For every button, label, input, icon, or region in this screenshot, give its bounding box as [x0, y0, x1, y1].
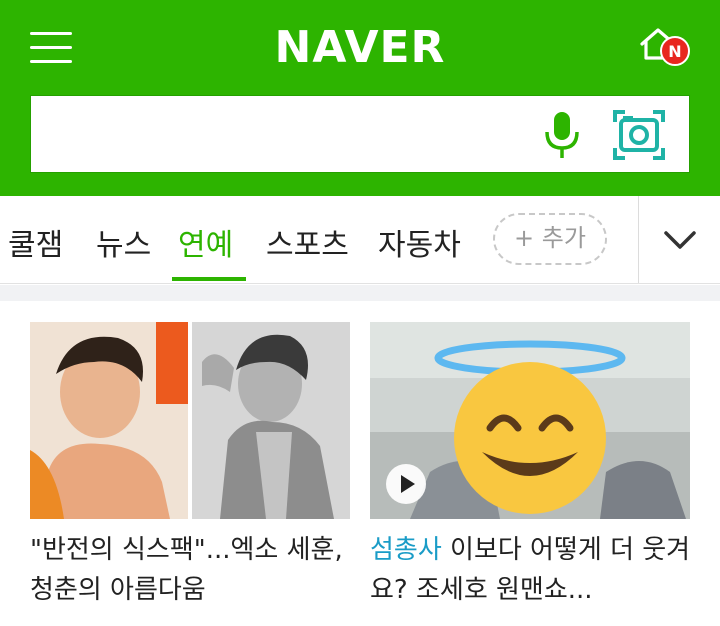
- app-header: NAVER N: [0, 0, 720, 196]
- add-tab-button[interactable]: + 추가: [493, 213, 607, 265]
- tabs-divider: [638, 196, 639, 283]
- search-input[interactable]: [47, 110, 527, 160]
- search-box[interactable]: [30, 95, 690, 173]
- category-tabs: 쿨잼 뉴스 연예 스포츠 자동차 + 추가: [0, 196, 720, 284]
- article-thumbnail: [30, 322, 350, 519]
- voice-search-button[interactable]: [537, 108, 587, 164]
- tab-sports[interactable]: 스포츠: [266, 220, 349, 264]
- naver-logo[interactable]: NAVER: [0, 22, 720, 73]
- tab-entertainment[interactable]: 연예: [178, 220, 233, 264]
- active-tab-indicator: [172, 277, 246, 281]
- article-title[interactable]: "반전의 식스팩"...엑소 세훈, 청춘의 아름다움: [30, 530, 360, 610]
- expand-tabs-button[interactable]: [640, 196, 720, 283]
- article-title[interactable]: 섬총사 이보다 어떻게 더 웃겨요? 조세호 원맨쇼...: [370, 530, 700, 610]
- photo-collage-image: [30, 322, 350, 519]
- article-thumbnail: [370, 322, 690, 519]
- video-still-image: [370, 322, 690, 519]
- tab-auto[interactable]: 자동차: [378, 220, 461, 264]
- microphone-icon: [545, 112, 579, 158]
- home-button[interactable]: N: [632, 22, 692, 70]
- press-name[interactable]: 섬총사: [370, 535, 442, 565]
- tab-cooljam[interactable]: 쿨잼: [8, 220, 63, 264]
- lens-search-button[interactable]: [611, 108, 667, 162]
- chevron-down-icon: [664, 231, 696, 249]
- notification-badge: N: [660, 36, 690, 66]
- section-divider: [0, 285, 720, 301]
- camera-lens-icon: [613, 110, 665, 160]
- tab-news[interactable]: 뉴스: [96, 220, 151, 264]
